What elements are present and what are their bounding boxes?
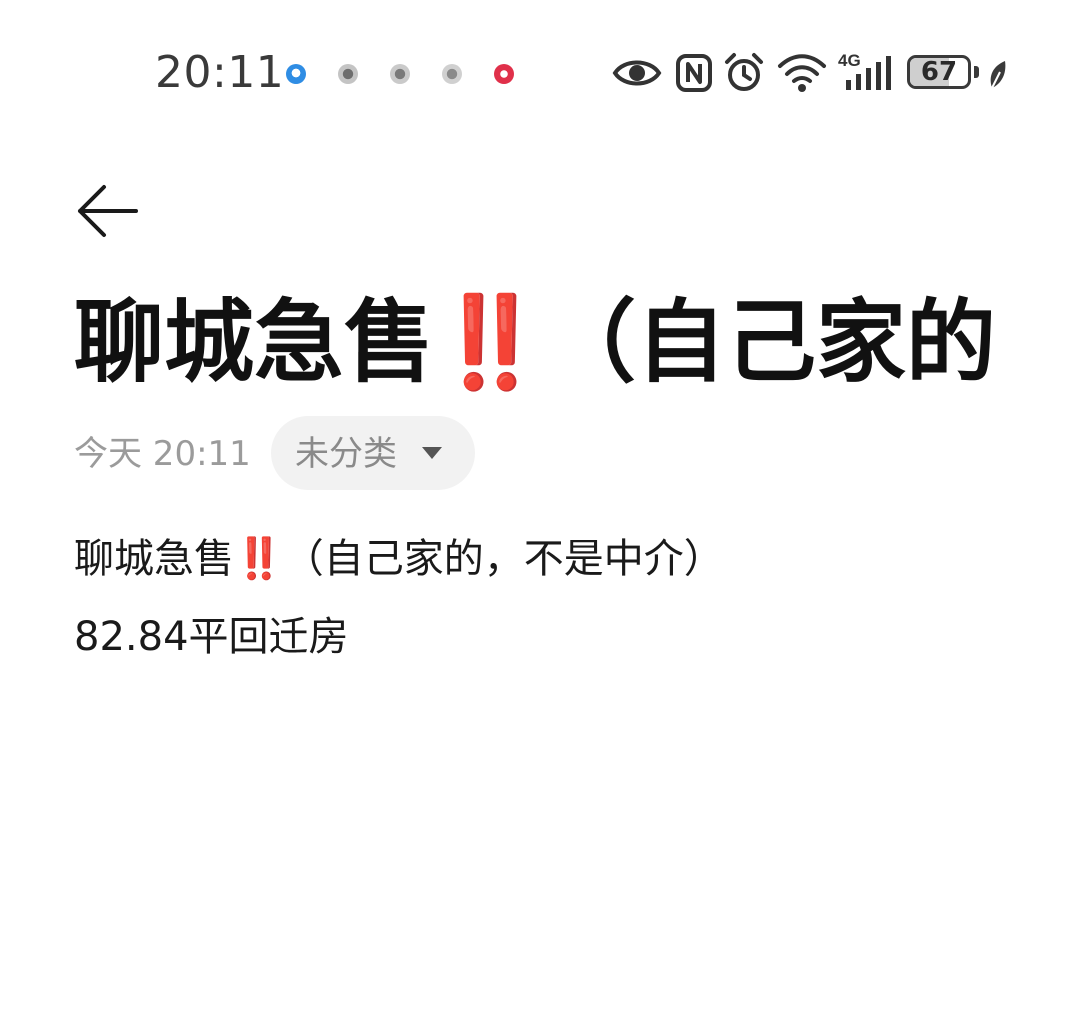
leaf-icon <box>990 61 1006 89</box>
note-body[interactable]: 聊城急售‼️（自己家的，不是中介） 82.84平回迁房 <box>74 520 1054 676</box>
signal-icon: 4G <box>838 51 891 90</box>
notes-app-screen: 20:11 4G 67 聊城急售‼️（自己家的 今天 20:11 未分类 聊城急… <box>0 0 1080 1011</box>
nfc-icon <box>676 54 712 92</box>
app-icon <box>390 64 410 84</box>
network-type-label: 4G <box>838 51 861 70</box>
app-icon <box>442 64 462 84</box>
note-body-line: 聊城急售‼️（自己家的，不是中介） <box>74 536 724 582</box>
battery-tip <box>974 66 979 78</box>
red-app-icon <box>494 64 514 84</box>
back-arrow-icon <box>78 185 138 237</box>
status-time: 20:11 <box>155 47 285 98</box>
wifi-icon <box>778 54 826 92</box>
battery-indicator: 67 <box>907 55 971 89</box>
status-bar: 20:11 4G 67 <box>0 40 1080 106</box>
category-label: 未分类 <box>295 434 397 474</box>
app-icon <box>338 64 358 84</box>
eye-icon <box>612 60 662 86</box>
dropdown-caret-icon <box>422 447 442 459</box>
alarm-icon <box>725 53 763 91</box>
back-button[interactable] <box>68 175 148 247</box>
battery-level: 67 <box>920 57 958 87</box>
category-selector[interactable]: 未分类 <box>271 416 475 490</box>
note-title[interactable]: 聊城急售‼️（自己家的 <box>74 288 1074 398</box>
note-date: 今天 20:11 <box>74 434 251 474</box>
note-body-line: 82.84平回迁房 <box>74 614 349 660</box>
weather-icon <box>286 64 306 84</box>
